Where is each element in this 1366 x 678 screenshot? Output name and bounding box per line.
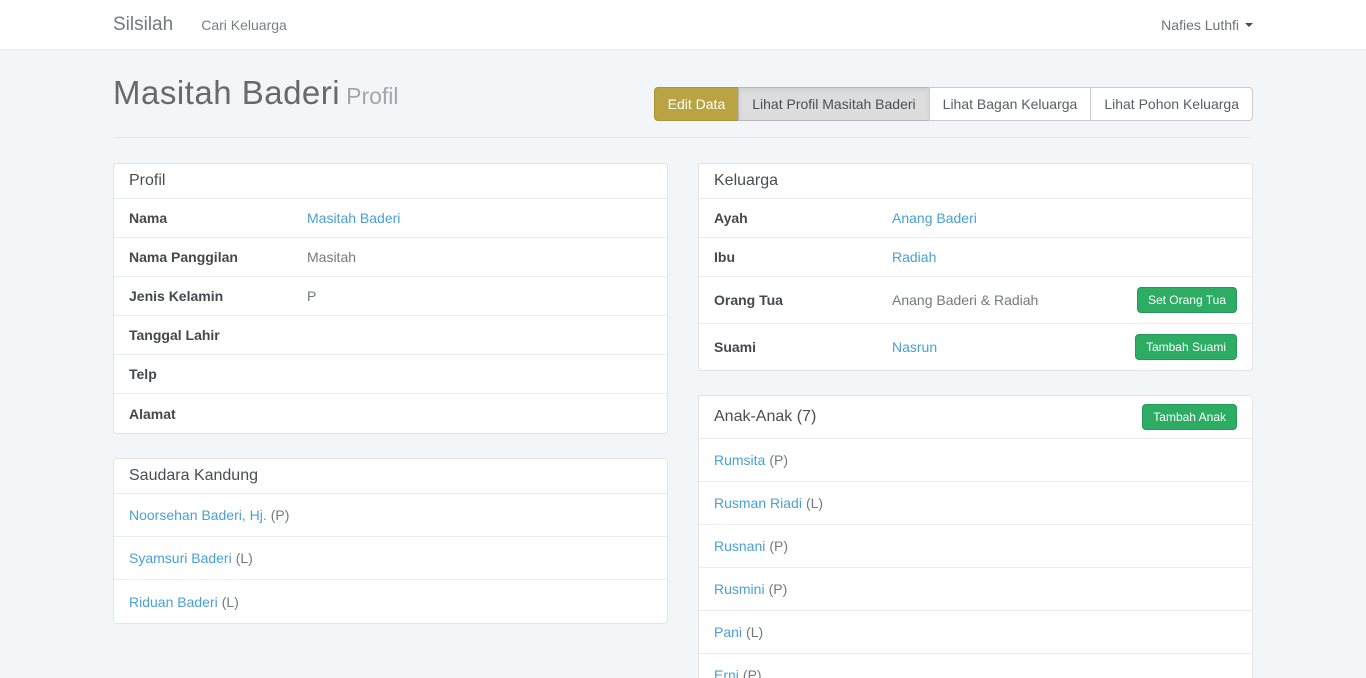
list-item: Rusnani(P) <box>699 525 1252 568</box>
person-link[interactable]: Radiah <box>892 249 936 265</box>
table-row: Orang Tua Anang Baderi & Radiah Set Oran… <box>699 277 1252 324</box>
field-label: Tanggal Lahir <box>129 327 307 343</box>
field-label: Nama Panggilan <box>129 249 307 265</box>
table-row: Jenis Kelamin P <box>114 277 667 316</box>
set-orang-tua-button[interactable]: Set Orang Tua <box>1137 287 1237 313</box>
person-link[interactable]: Rusnani <box>714 538 765 554</box>
field-label: Telp <box>129 366 307 382</box>
field-label: Suami <box>714 339 892 355</box>
profile-action-buttons: Edit Data Lihat Profil Masitah Baderi Li… <box>654 87 1253 121</box>
person-link[interactable]: Anang Baderi <box>892 210 977 226</box>
field-value: Anang Baderi & Radiah <box>892 292 1038 308</box>
person-link[interactable]: Noorsehan Baderi, Hj. <box>129 507 267 523</box>
table-row: Suami Nasrun Tambah Suami <box>699 324 1252 370</box>
lihat-bagan-keluarga-button[interactable]: Lihat Bagan Keluarga <box>929 87 1092 121</box>
gender-label: (L) <box>806 495 823 511</box>
person-link[interactable]: Syamsuri Baderi <box>129 550 232 566</box>
table-row: Ayah Anang Baderi <box>699 199 1252 238</box>
gender-label: (P) <box>769 581 788 597</box>
list-item: Riduan Baderi(L) <box>114 580 667 623</box>
list-item: Rusmini(P) <box>699 568 1252 611</box>
profil-panel-title: Profil <box>114 164 667 199</box>
person-link[interactable]: Nasrun <box>892 339 937 355</box>
field-value: Masitah <box>307 249 356 265</box>
table-row: Alamat <box>114 394 667 433</box>
profil-panel: Profil Nama Masitah Baderi Nama Panggila… <box>113 163 668 434</box>
field-value: P <box>307 288 316 304</box>
saudara-kandung-panel-title: Saudara Kandung <box>114 459 667 494</box>
list-item: Noorsehan Baderi, Hj.(P) <box>114 494 667 537</box>
list-item: Pani(L) <box>699 611 1252 654</box>
table-row: Telp <box>114 355 667 394</box>
caret-down-icon <box>1245 23 1253 27</box>
user-menu[interactable]: Nafies Luthfi <box>1161 17 1253 33</box>
person-link[interactable]: Masitah Baderi <box>307 210 400 226</box>
anak-anak-panel: Anak-Anak (7) Tambah Anak Rumsita(P) Rus… <box>698 395 1253 678</box>
field-label: Jenis Kelamin <box>129 288 307 304</box>
table-row: Tanggal Lahir <box>114 316 667 355</box>
gender-label: (P) <box>743 667 762 678</box>
nav-link-cari-keluarga[interactable]: Cari Keluarga <box>201 17 287 33</box>
field-label: Orang Tua <box>714 292 892 308</box>
edit-data-button[interactable]: Edit Data <box>654 87 740 121</box>
tambah-anak-button[interactable]: Tambah Anak <box>1142 404 1237 430</box>
keluarga-panel-title: Keluarga <box>699 164 1252 199</box>
gender-label: (P) <box>769 452 788 468</box>
gender-label: (P) <box>769 538 788 554</box>
person-link[interactable]: Rumsita <box>714 452 765 468</box>
field-label: Ayah <box>714 210 892 226</box>
app-brand[interactable]: Silsilah <box>113 14 173 36</box>
list-item: Erni (P) <box>699 654 1252 678</box>
table-row: Nama Panggilan Masitah <box>114 238 667 277</box>
top-navbar: Silsilah Cari Keluarga Nafies Luthfi <box>0 0 1366 50</box>
keluarga-panel: Keluarga Ayah Anang Baderi Ibu Radiah Or… <box>698 163 1253 371</box>
anak-anak-panel-title: Anak-Anak (7) <box>714 408 816 426</box>
lihat-profil-button[interactable]: Lihat Profil Masitah Baderi <box>738 87 929 121</box>
lihat-pohon-keluarga-button[interactable]: Lihat Pohon Keluarga <box>1090 87 1253 121</box>
user-name: Nafies Luthfi <box>1161 17 1239 33</box>
page-subtitle: Profil <box>346 83 398 109</box>
gender-label: (L) <box>222 594 239 610</box>
person-link[interactable]: Pani <box>714 624 742 640</box>
table-row: Ibu Radiah <box>699 238 1252 277</box>
page-title: Masitah Baderi <box>113 74 340 111</box>
page-header: Masitah BaderiProfil Edit Data Lihat Pro… <box>113 74 1253 138</box>
gender-label: (L) <box>746 624 763 640</box>
field-label: Alamat <box>129 406 307 422</box>
field-label: Ibu <box>714 249 892 265</box>
saudara-kandung-panel: Saudara Kandung Noorsehan Baderi, Hj.(P)… <box>113 458 668 624</box>
list-item: Rumsita(P) <box>699 439 1252 482</box>
tambah-suami-button[interactable]: Tambah Suami <box>1135 334 1237 360</box>
list-item: Rusman Riadi(L) <box>699 482 1252 525</box>
table-row: Nama Masitah Baderi <box>114 199 667 238</box>
gender-label: (L) <box>236 550 253 566</box>
person-link[interactable]: Rusmini <box>714 581 765 597</box>
gender-label: (P) <box>271 507 290 523</box>
person-link[interactable]: Riduan Baderi <box>129 594 218 610</box>
list-item: Syamsuri Baderi(L) <box>114 537 667 580</box>
person-link[interactable]: Erni <box>714 667 739 678</box>
field-label: Nama <box>129 210 307 226</box>
person-link[interactable]: Rusman Riadi <box>714 495 802 511</box>
